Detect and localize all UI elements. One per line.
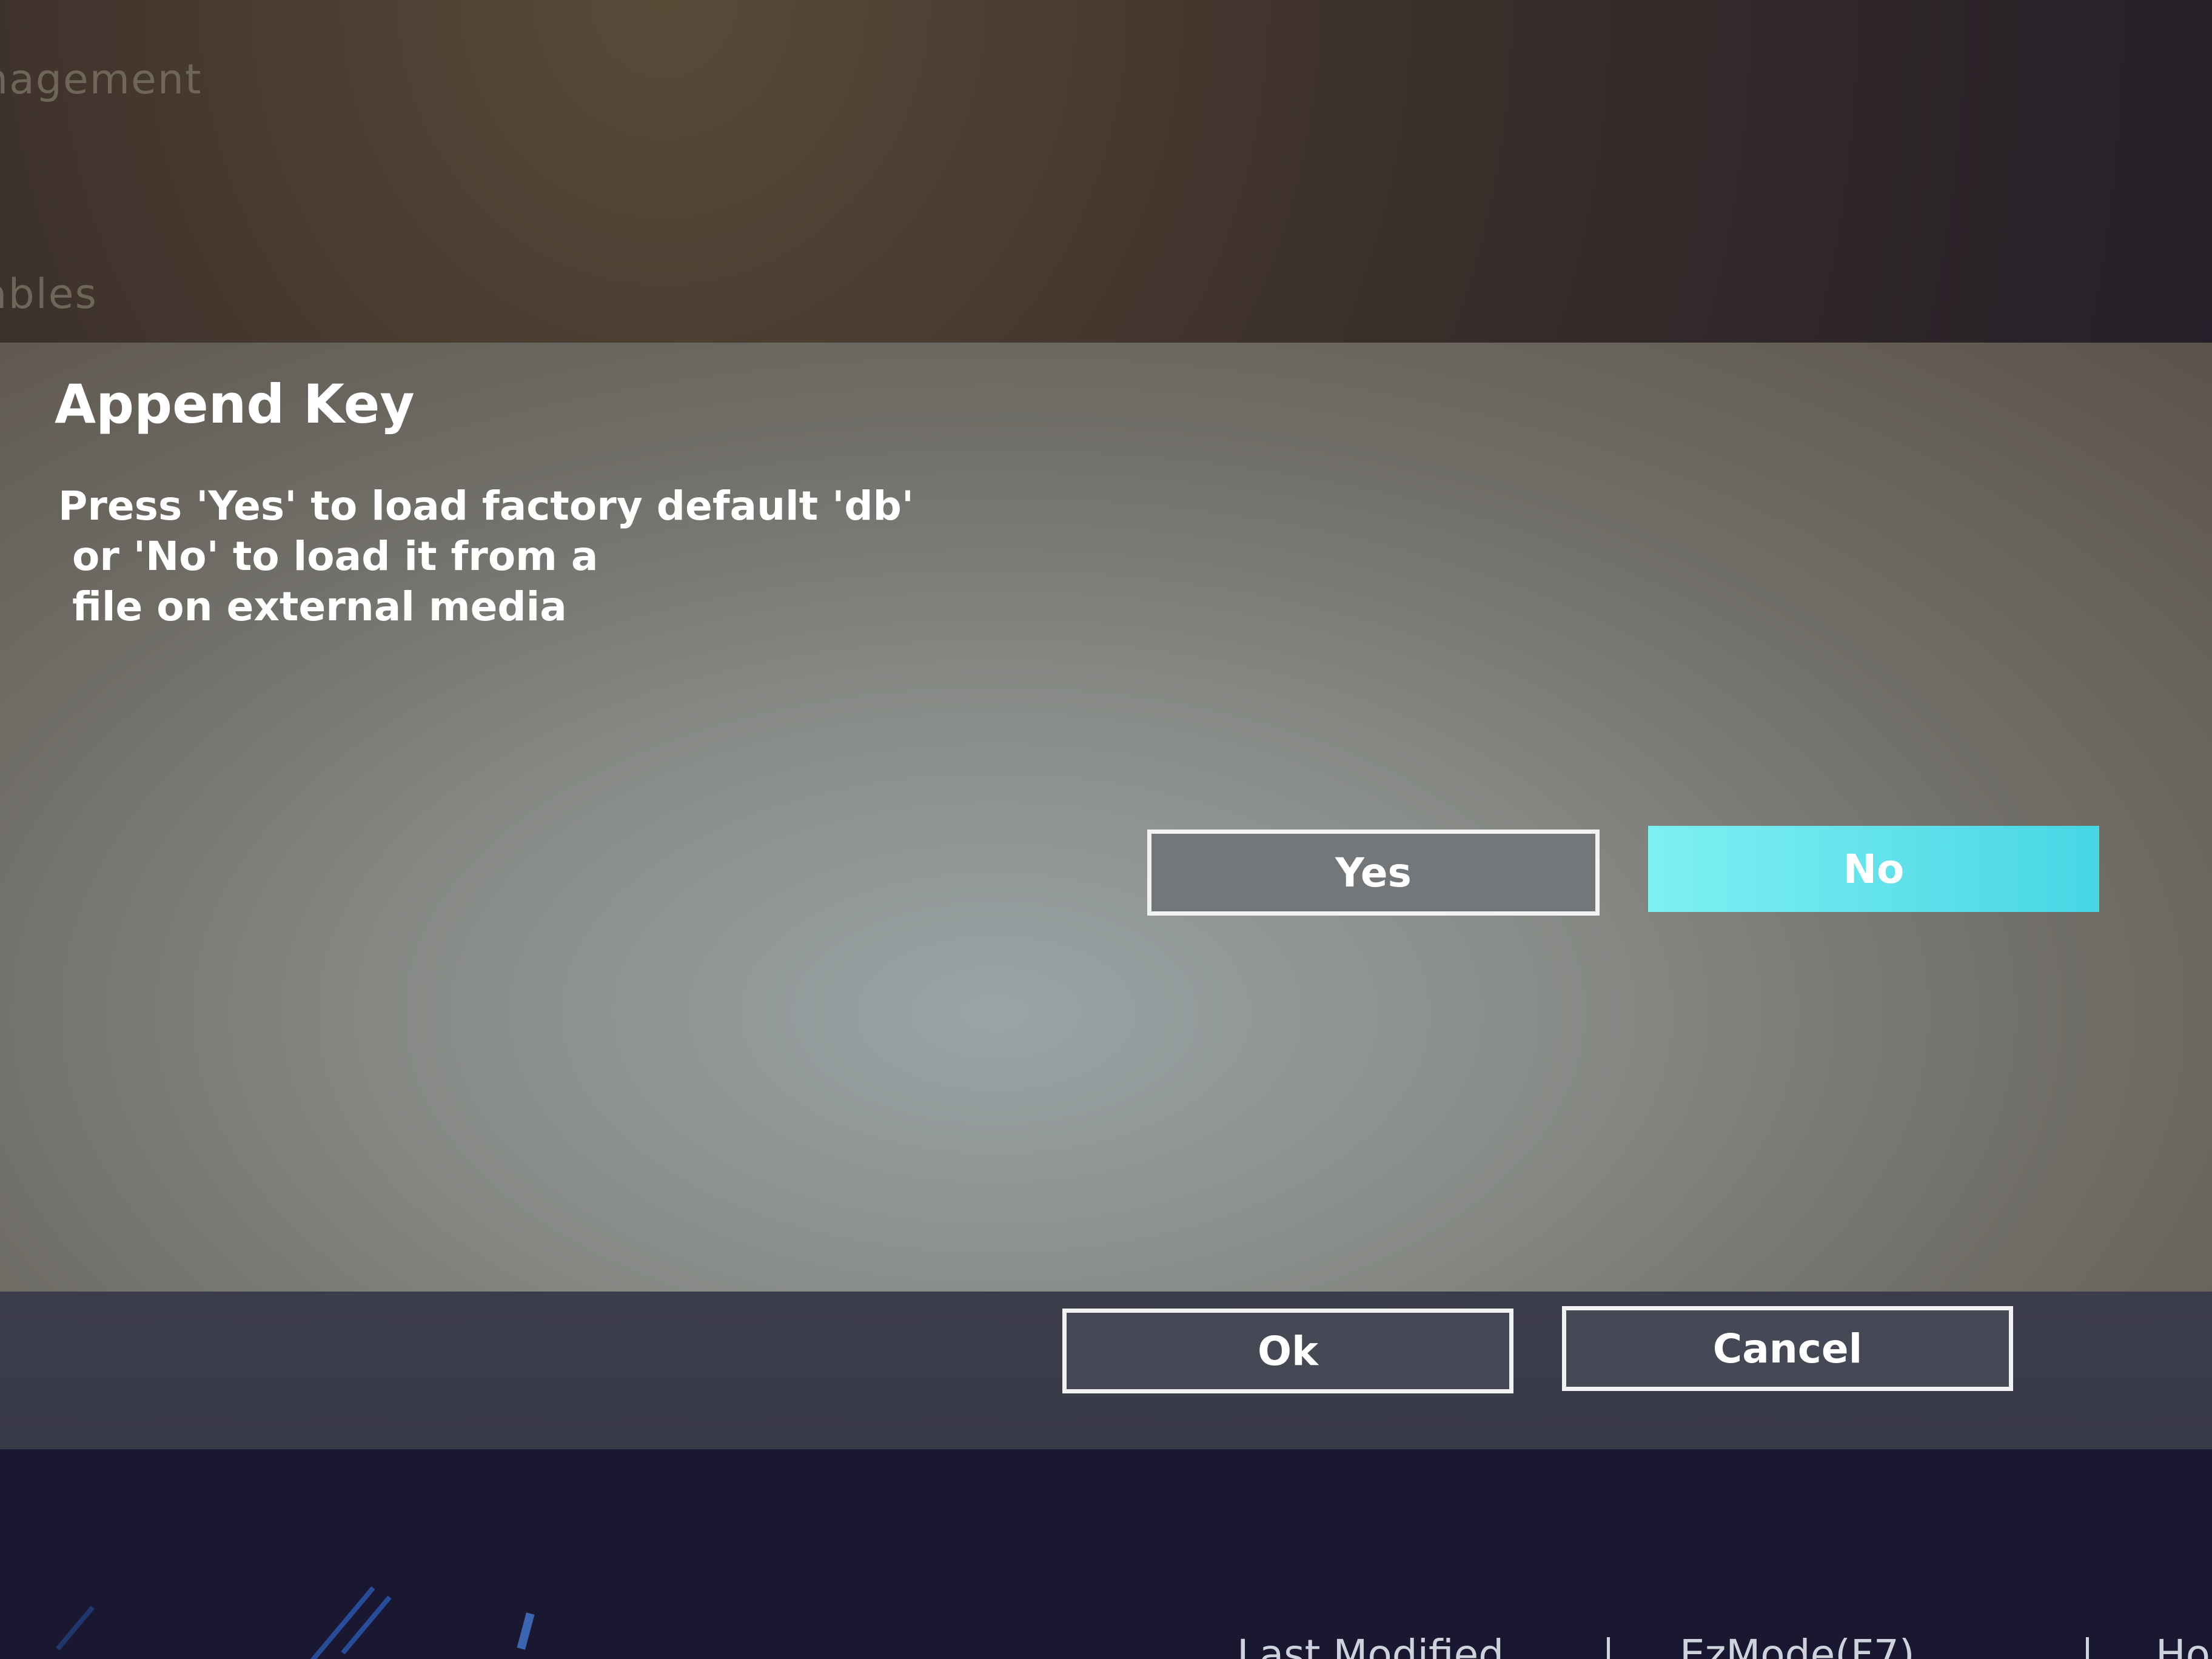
background-menu-label-variables: ables (0, 270, 98, 318)
no-button[interactable]: No (1648, 826, 2099, 912)
status-separator (2086, 1637, 2089, 1659)
background-menu-label-management: nagement (0, 56, 203, 104)
yes-button[interactable]: Yes (1147, 830, 1600, 916)
status-last-modified[interactable]: Last Modified (1237, 1631, 1504, 1659)
bios-screen: nagement ables Append Key Press 'Yes' to… (0, 0, 2212, 1659)
dialog-message: Press 'Yes' to load factory default 'db'… (58, 483, 914, 630)
cancel-button[interactable]: Cancel (1562, 1306, 2013, 1391)
dialog-title: Append Key (55, 373, 415, 435)
ok-button[interactable]: Ok (1062, 1309, 1513, 1393)
bottom-background (0, 1449, 2212, 1659)
status-separator (1607, 1637, 1610, 1659)
status-ezmode[interactable]: EzMode(F7) (1680, 1631, 1915, 1659)
status-hotkeys[interactable]: Ho (2156, 1631, 2210, 1659)
append-key-dialog: Append Key Press 'Yes' to load factory d… (0, 343, 2212, 1301)
